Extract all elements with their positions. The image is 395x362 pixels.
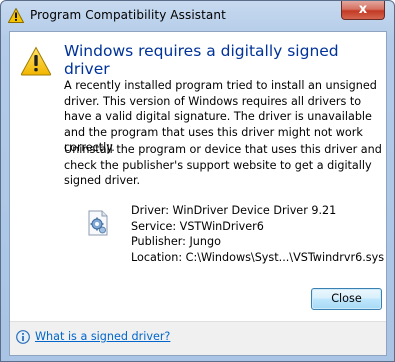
- dialog-heading: Windows requires a digitally signed driv…: [64, 42, 339, 78]
- dialog-content: Windows requires a digitally signed driv…: [9, 31, 387, 356]
- driver-service: Service: VSTWinDriver6: [131, 219, 264, 233]
- info-icon: [16, 330, 30, 344]
- driver-details: Driver: WinDriver Device Driver 9.21 Ser…: [131, 203, 384, 265]
- driver-name: Driver: WinDriver Device Driver 9.21: [131, 204, 337, 217]
- window-close-button[interactable]: x: [341, 1, 385, 20]
- dialog-window: Program Compatibility Assistant x Window…: [0, 0, 395, 362]
- driver-publisher: Publisher: Jungo: [131, 235, 221, 248]
- instruction-text: Uninstall the program or device that use…: [64, 143, 382, 187]
- close-button[interactable]: Close: [311, 288, 382, 310]
- driver-location: Location: C:\Windows\Syst...\VSTwindrvr6…: [131, 250, 385, 264]
- driver-gear-icon: [88, 210, 108, 236]
- signed-driver-help-link[interactable]: What is a signed driver?: [35, 330, 170, 343]
- window-title: Program Compatibility Assistant: [30, 8, 226, 22]
- title-bar[interactable]: Program Compatibility Assistant x: [1, 1, 394, 31]
- compatibility-assistant-icon: [8, 8, 24, 23]
- warning-icon: [20, 46, 52, 76]
